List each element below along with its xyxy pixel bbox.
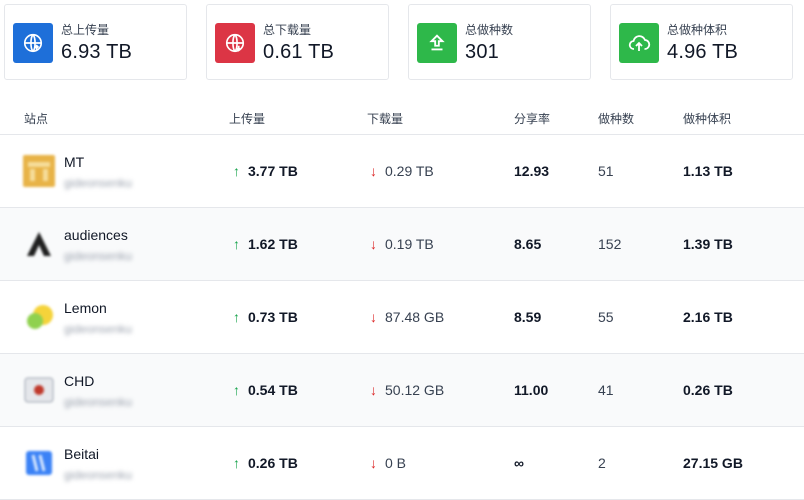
header-download[interactable]: 下载量 [367, 110, 403, 127]
download-cell: ↓ 87.48 GB [370, 309, 444, 325]
ratio-value: 11.00 [514, 382, 549, 398]
table-row[interactable]: Lemon gideonsenku ↑ 0.73 TB ↓ 87.48 GB 8.5… [0, 281, 804, 354]
cloud-upload-icon [619, 23, 659, 63]
total-download-label: 总下载量 [263, 23, 312, 37]
total-seeds-card: 总做种数 301 [408, 4, 591, 80]
arrow-up-icon: ↑ [233, 455, 240, 471]
arrow-down-icon: ↓ [370, 309, 377, 325]
site-logo-beitai [26, 451, 52, 475]
total-seed-size-value: 4.96 TB [667, 41, 739, 63]
globe-upload-icon [13, 23, 53, 63]
site-username: gideonsenku [64, 468, 133, 482]
arrow-up-icon: ↑ [233, 309, 240, 325]
upload-value: 3.77 TB [248, 163, 298, 179]
arrow-up-icon: ↑ [233, 236, 240, 252]
download-cell: ↓ 0.29 TB [370, 163, 434, 179]
seeds-value: 51 [598, 163, 614, 179]
seeds-value: 55 [598, 309, 614, 325]
upload-cell: ↑ 3.77 TB [233, 163, 298, 179]
table-header: 站点 上传量 下载量 分享率 做种数 做种体积 [0, 100, 804, 135]
arrow-down-icon: ↓ [370, 455, 377, 471]
seeds-value: 2 [598, 455, 606, 471]
site-username: gideonsenku [64, 176, 133, 190]
header-seeds[interactable]: 做种数 [598, 110, 634, 127]
seed-size-value: 1.13 TB [683, 163, 733, 179]
upload-cell: ↑ 0.54 TB [233, 382, 298, 398]
upload-arrow-icon [417, 23, 457, 63]
download-cell: ↓ 0.19 TB [370, 236, 434, 252]
download-value: 0.29 TB [385, 163, 434, 179]
ratio-value: 12.93 [514, 163, 550, 179]
seed-size-value: 1.39 TB [683, 236, 733, 252]
total-upload-card: 总上传量 6.93 TB [4, 4, 187, 80]
ratio-value: ∞ [514, 455, 524, 471]
arrow-up-icon: ↑ [233, 163, 240, 179]
total-seeds-label: 总做种数 [465, 23, 514, 37]
download-value: 87.48 GB [385, 309, 445, 325]
table-row[interactable]: MT gideonsenku ↑ 3.77 TB ↓ 0.29 TB 12.93 5… [0, 135, 804, 208]
seed-size-value: 0.26 TB [683, 382, 733, 398]
site-name: Beitai [64, 446, 100, 462]
upload-cell: ↑ 0.26 TB [233, 455, 298, 471]
header-seed-size[interactable]: 做种体积 [683, 110, 731, 127]
ratio-value: 8.65 [514, 236, 542, 252]
total-upload-value: 6.93 TB [61, 41, 133, 63]
table-row[interactable]: CHD gideonsenku ↑ 0.54 TB ↓ 50.12 GB 11.00… [0, 354, 804, 427]
download-value: 0 B [385, 455, 407, 471]
upload-value: 0.54 TB [248, 382, 298, 398]
seed-size-value: 2.16 TB [683, 309, 733, 325]
seed-size-value: 27.15 GB [683, 455, 743, 471]
site-username: gideonsenku [64, 395, 133, 409]
upload-value: 0.26 TB [248, 455, 298, 471]
total-download-card: 总下载量 0.61 TB [206, 4, 389, 80]
download-value: 0.19 TB [385, 236, 434, 252]
site-username: gideonsenku [64, 322, 133, 336]
seeds-value: 41 [598, 382, 614, 398]
site-logo-mt [23, 155, 55, 187]
site-username: gideonsenku [64, 249, 133, 263]
arrow-down-icon: ↓ [370, 163, 377, 179]
total-upload-label: 总上传量 [61, 23, 110, 37]
header-ratio[interactable]: 分享率 [514, 110, 550, 127]
upload-value: 1.62 TB [248, 236, 298, 252]
globe-download-icon [215, 23, 255, 63]
site-logo-chd [24, 377, 54, 403]
summary-cards: 总上传量 6.93 TB 总下载量 0.61 TB 总做种数 301 总做种体积 [0, 0, 804, 90]
total-seed-size-card: 总做种体积 4.96 TB [610, 4, 793, 80]
site-name: MT [64, 154, 85, 170]
upload-cell: ↑ 0.73 TB [233, 309, 298, 325]
arrow-down-icon: ↓ [370, 382, 377, 398]
arrow-down-icon: ↓ [370, 236, 377, 252]
total-seed-size-label: 总做种体积 [667, 23, 728, 37]
upload-value: 0.73 TB [248, 309, 298, 325]
site-logo-audiences [27, 232, 51, 256]
header-upload[interactable]: 上传量 [229, 110, 265, 127]
table-row[interactable]: audiences gideonsenku ↑ 1.62 TB ↓ 0.19 TB … [0, 208, 804, 281]
site-name: audiences [64, 227, 128, 243]
header-site[interactable]: 站点 [24, 110, 48, 127]
download-value: 50.12 GB [385, 382, 445, 398]
download-cell: ↓ 50.12 GB [370, 382, 444, 398]
download-cell: ↓ 0 B [370, 455, 406, 471]
site-stats-table: 站点 上传量 下载量 分享率 做种数 做种体积 MT gideonsenku ↑… [0, 100, 804, 500]
total-download-value: 0.61 TB [263, 41, 335, 63]
site-name: Lemon [64, 300, 107, 316]
total-seeds-value: 301 [465, 41, 499, 63]
ratio-value: 8.59 [514, 309, 542, 325]
seeds-value: 152 [598, 236, 622, 252]
site-logo-lemon [27, 305, 53, 329]
upload-cell: ↑ 1.62 TB [233, 236, 298, 252]
site-name: CHD [64, 373, 95, 389]
table-row[interactable]: Beitai gideonsenku ↑ 0.26 TB ↓ 0 B ∞ 2 27.… [0, 427, 804, 500]
arrow-up-icon: ↑ [233, 382, 240, 398]
